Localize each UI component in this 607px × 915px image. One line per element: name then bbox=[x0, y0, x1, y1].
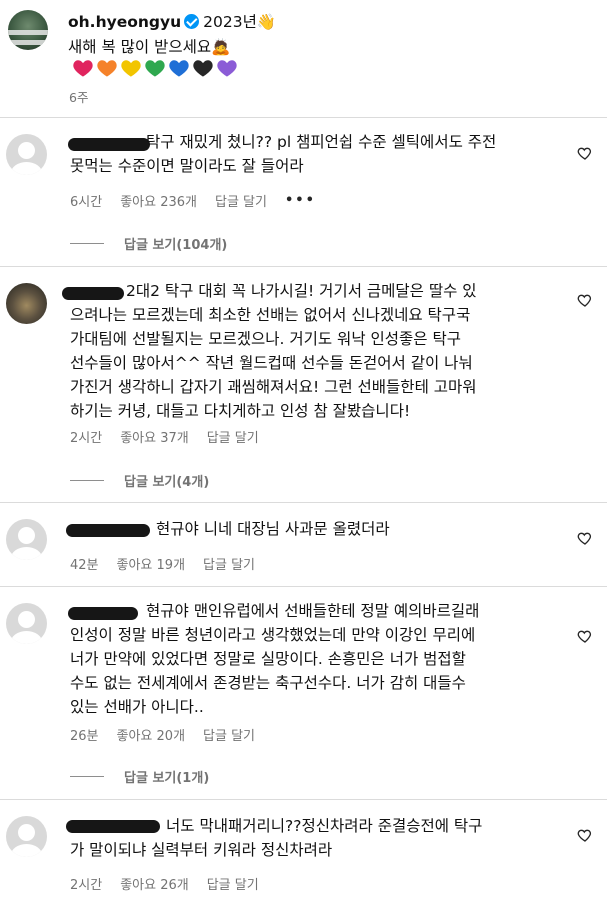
heart-like-icon[interactable] bbox=[577, 628, 593, 644]
divider bbox=[0, 799, 607, 800]
author-avatar[interactable] bbox=[8, 10, 48, 50]
caption-header: oh.hyeongyu 2023년👋 bbox=[68, 10, 276, 32]
like-count[interactable]: 좋아요 19개 bbox=[117, 554, 186, 573]
reply-button[interactable]: 답글 달기 bbox=[203, 554, 255, 573]
view-replies-button[interactable]: 답글 보기(4개) bbox=[70, 471, 209, 490]
divider bbox=[0, 502, 607, 503]
like-count[interactable]: 좋아요 37개 bbox=[120, 427, 189, 446]
divider bbox=[0, 586, 607, 587]
comment-time: 42분 bbox=[70, 558, 99, 573]
comment-meta: 26분 좋아요 20개 답글 달기 bbox=[70, 725, 255, 744]
caption-timestamp: 6주 bbox=[69, 90, 89, 105]
view-replies-button[interactable]: 답글 보기(104개) bbox=[70, 234, 227, 253]
heart-like-icon[interactable] bbox=[577, 292, 593, 308]
comment-meta: 2시간 좋아요 37개 답글 달기 bbox=[70, 427, 259, 446]
view-replies-label: 답글 보기(1개) bbox=[124, 771, 210, 786]
reply-button[interactable]: 답글 달기 bbox=[203, 725, 255, 744]
comment-text: 탁구 재밌게 쳤니?? pl 챔피언쉽 수준 셀틱에서도 주전 못먹는 수준이면… bbox=[70, 133, 497, 175]
view-replies-label: 답글 보기(104개) bbox=[124, 238, 228, 253]
divider bbox=[0, 266, 607, 267]
default-avatar-icon[interactable] bbox=[6, 603, 47, 644]
caption-text: 새해 복 많이 받으세요🙇 bbox=[68, 38, 231, 56]
comment-text: 2대2 탁구 대회 꼭 나가시길! 거기서 금메달은 딸수 있 으려나는 모르겠… bbox=[70, 282, 477, 420]
heart-like-icon[interactable] bbox=[577, 827, 593, 843]
comment-text: 현규야 맨인유럽에서 선배들한테 정말 예의바르길래 인성이 정말 바른 청년이… bbox=[70, 602, 480, 716]
comment-meta: 6시간 좋아요 236개 답글 달기 ••• bbox=[70, 191, 316, 210]
comment-time: 2시간 bbox=[70, 431, 103, 446]
comment-meta: 2시간 좋아요 26개 답글 달기 bbox=[70, 874, 259, 893]
comment-time: 2시간 bbox=[70, 878, 103, 893]
more-options-icon[interactable]: ••• bbox=[285, 193, 316, 208]
heart-emoji-icon bbox=[97, 60, 117, 77]
like-count[interactable]: 좋아요 26개 bbox=[120, 874, 189, 893]
author-username[interactable]: oh.hyeongyu bbox=[68, 13, 181, 31]
comment-text: 현규야 니네 대장님 사과문 올렸더라 bbox=[156, 520, 390, 538]
heart-like-icon[interactable] bbox=[577, 145, 593, 161]
user-avatar[interactable] bbox=[6, 283, 47, 324]
heart-emoji-icon bbox=[169, 60, 189, 77]
comment-text: 너도 막내패거리니??정신차려라 준결승전에 탁구 가 말이되냐 실력부터 키워… bbox=[70, 817, 483, 859]
caption-hearts bbox=[72, 58, 238, 78]
comment-meta: 42분 좋아요 19개 답글 달기 bbox=[70, 554, 255, 573]
like-count[interactable]: 좋아요 20개 bbox=[117, 725, 186, 744]
heart-emoji-icon bbox=[193, 60, 213, 77]
heart-emoji-icon bbox=[217, 60, 237, 77]
like-count[interactable]: 좋아요 236개 bbox=[120, 191, 197, 210]
reply-button[interactable]: 답글 달기 bbox=[215, 191, 267, 210]
view-replies-button[interactable]: 답글 보기(1개) bbox=[70, 767, 209, 786]
heart-emoji-icon bbox=[145, 60, 165, 77]
view-replies-label: 답글 보기(4개) bbox=[124, 475, 210, 490]
default-avatar-icon[interactable] bbox=[6, 519, 47, 560]
default-avatar-icon[interactable] bbox=[6, 134, 47, 175]
reply-button[interactable]: 답글 달기 bbox=[207, 874, 259, 893]
caption-year-text: 2023년👋 bbox=[203, 13, 277, 31]
comment-time: 26분 bbox=[70, 729, 99, 744]
comment-time: 6시간 bbox=[70, 195, 103, 210]
heart-emoji-icon bbox=[73, 60, 93, 77]
divider bbox=[0, 117, 607, 118]
reply-button[interactable]: 답글 달기 bbox=[207, 427, 259, 446]
default-avatar-icon[interactable] bbox=[6, 816, 47, 857]
heart-emoji-icon bbox=[121, 60, 141, 77]
verified-badge-icon bbox=[184, 14, 200, 29]
heart-like-icon[interactable] bbox=[577, 530, 593, 546]
